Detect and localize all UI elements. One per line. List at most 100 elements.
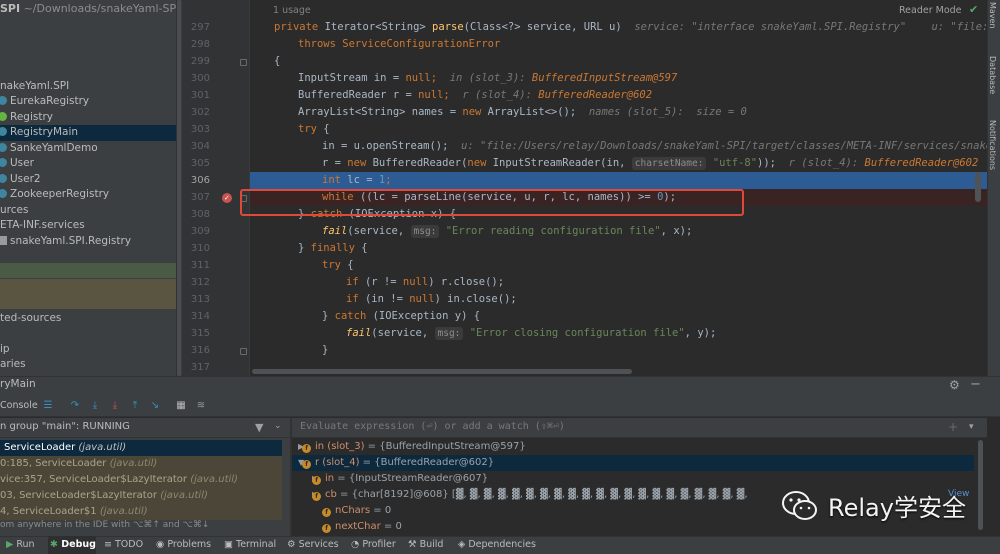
chevron-down-icon[interactable]: ⌄ (274, 421, 282, 431)
expand-arrow-icon[interactable]: ▶ (292, 471, 318, 487)
tree-item-user[interactable]: User (0, 156, 176, 172)
problems-tab[interactable]: ◉ Problems (156, 538, 211, 551)
variable-row[interactable]: ▼f r (slot_4) = {BufferedReader@602} (292, 455, 974, 471)
debug-tab[interactable]: ✱ Debug (50, 538, 96, 551)
code-line-298[interactable]: throws ServiceConfigurationError (250, 36, 987, 53)
filter-icon[interactable]: ▼ (255, 421, 263, 434)
code-line-309[interactable]: fail(service, msg: "Error reading config… (250, 223, 987, 240)
notifications-tool-tab[interactable]: Notifications (988, 120, 997, 170)
fold-marker-icon[interactable] (240, 348, 247, 355)
code-line-297[interactable]: private Iterator<String> parse(Class<?> … (250, 19, 987, 36)
restore-layout-icon[interactable]: ☰ (41, 399, 55, 413)
code-line-312[interactable]: if (r != null) r.close(); (250, 274, 987, 291)
chevron-down-icon[interactable]: ▾ (969, 422, 974, 432)
method-call: fail (346, 327, 372, 339)
line-number: 297 (190, 22, 210, 33)
code-line-300[interactable]: InputStream in = null; in (slot_3): Buff… (250, 70, 987, 87)
console-tab[interactable]: Console (0, 400, 38, 411)
build-tab[interactable]: ⚒ Build (408, 538, 443, 551)
tree-item-spi-registry-file[interactable]: snakeYaml.SPI.Registry (0, 234, 176, 250)
minimize-icon[interactable]: − (970, 378, 981, 392)
editor-scroll-thumb[interactable] (975, 172, 981, 202)
tree-item-registry[interactable]: Registry (0, 110, 176, 126)
code-line-313[interactable]: if (in != null) in.close(); (250, 291, 987, 308)
thread-selector[interactable]: n group "main": RUNNING (0, 421, 130, 432)
frame-item[interactable]: 4, ServiceLoader$1 (java.util) (0, 504, 282, 520)
code-line-303[interactable]: try { (250, 121, 987, 138)
class-icon (0, 158, 7, 167)
trace-icon[interactable]: ≋ (194, 399, 208, 413)
run-to-cursor-icon[interactable]: ↘ (148, 399, 162, 413)
tree-item-package[interactable]: nakeYaml.SPI (0, 79, 176, 95)
code-line-314[interactable]: } catch (IOException y) { (250, 308, 987, 325)
expand-arrow-icon[interactable]: ▶ (292, 487, 318, 503)
tree-item-zookeeper-registry[interactable]: ZookeeperRegistry (0, 187, 176, 203)
tree-item-label: Registry (10, 111, 53, 123)
check-icon[interactable]: ✔ (969, 4, 981, 16)
step-out-icon[interactable]: ⤒ (128, 399, 142, 413)
variable-row[interactable]: ▶f in (slot_3) = {BufferedInputStream@597… (292, 439, 974, 455)
run-tab[interactable]: ▶ Run (6, 538, 35, 551)
variable-row[interactable]: ▶fin = {InputStreamReader@607} (292, 471, 974, 487)
keyword: if (346, 293, 365, 305)
project-header[interactable]: SPI ~/Downloads/snakeYaml-SPI (0, 0, 182, 18)
evaluate-expression-input[interactable]: Evaluate expression (⏎) or add a watch (… (300, 421, 565, 432)
todo-tab[interactable]: ≡ TODO (104, 538, 143, 551)
frame-item[interactable]: vice:357, ServiceLoader$LazyIterator (ja… (0, 472, 282, 488)
code-line-305[interactable]: r = new BufferedReader(new InputStreamRe… (250, 155, 987, 172)
tree-item-zip[interactable]: ip (0, 342, 176, 358)
step-into-icon[interactable]: ⤓ (88, 399, 102, 413)
code-line-306-current[interactable]: int lc = 1; (250, 172, 987, 189)
code-line-311[interactable]: try { (250, 257, 987, 274)
frame-item[interactable]: ServiceLoader (java.util) (0, 440, 282, 456)
code-line-301[interactable]: BufferedReader r = null; r (slot_4): Buf… (250, 87, 987, 104)
keyword: null (409, 293, 435, 305)
tree-item-resources[interactable]: urces (0, 203, 176, 219)
code-line-304[interactable]: in = u.openStream(); u: "file:/Users/rel… (250, 138, 987, 155)
collapse-arrow-icon[interactable]: ▼ (292, 455, 304, 471)
tree-item-sankeyaml-demo[interactable]: SankeYamlDemo (0, 141, 176, 157)
code-line-299[interactable]: { (250, 53, 987, 70)
code-line-310[interactable]: } finally { (250, 240, 987, 257)
tree-item-eureka-registry[interactable]: EurekaRegistry (0, 94, 176, 110)
profiler-tab[interactable]: ◔ Profiler (351, 538, 396, 551)
frame-item[interactable]: 03, ServiceLoader$LazyIterator (java.uti… (0, 488, 282, 504)
variables-scroll-thumb[interactable] (978, 440, 983, 530)
reader-mode-button[interactable]: Reader Mode (899, 5, 962, 16)
keyword: null (402, 276, 429, 288)
project-scroll-thumb[interactable] (177, 0, 181, 376)
fold-marker-icon[interactable] (240, 59, 247, 66)
line-number: 317 (190, 362, 210, 373)
tree-item-label: ETA-INF.services (0, 219, 85, 231)
tree-item-meta-inf-services[interactable]: ETA-INF.services (0, 218, 176, 234)
step-over-icon[interactable]: ↷ (68, 399, 82, 413)
terminal-icon: ▣ (224, 539, 233, 550)
usage-hint[interactable]: 1 usage (273, 5, 311, 16)
code-line-315[interactable]: fail(service, msg: "Error closing config… (250, 325, 987, 342)
add-watch-icon[interactable]: + (948, 420, 958, 434)
file-icon (0, 236, 7, 245)
code-text: BufferedReader r = (298, 89, 419, 101)
debug-session-tab[interactable]: ryMain (0, 378, 36, 390)
tree-item-user2[interactable]: User2 (0, 172, 176, 188)
dependencies-tab[interactable]: ◈ Dependencies (458, 538, 536, 551)
terminal-tab[interactable]: ▣ Terminal (224, 538, 276, 551)
force-step-into-icon[interactable]: ⤓ (108, 399, 122, 413)
code-line-302[interactable]: ArrayList<String> names = new ArrayList<… (250, 104, 987, 121)
editor-horizontal-scroll-thumb[interactable] (252, 369, 632, 374)
services-tab[interactable]: ⚙ Services (287, 538, 339, 551)
tree-item-generated-sources[interactable]: ted-sources (0, 311, 176, 327)
debug-hint-value: BufferedInputStream@597 (531, 72, 678, 84)
tree-item-libraries[interactable]: aries (0, 357, 176, 373)
debug-hint-value: BufferedReader@602 (538, 89, 653, 101)
tree-item-generated[interactable] (0, 279, 176, 309)
code-line-316[interactable]: } (250, 342, 987, 359)
maven-tool-tab[interactable]: Maven (988, 2, 997, 29)
tree-item-registry-main[interactable]: RegistryMain (0, 125, 176, 141)
gear-icon[interactable]: ⚙ (949, 378, 960, 392)
tree-item-target[interactable] (0, 263, 176, 278)
frame-item[interactable]: 0:185, ServiceLoader (java.util) (0, 456, 282, 472)
expand-arrow-icon[interactable]: ▶ (292, 439, 304, 455)
evaluate-icon[interactable]: ▦ (174, 399, 188, 413)
database-tool-tab[interactable]: Database (988, 56, 997, 94)
